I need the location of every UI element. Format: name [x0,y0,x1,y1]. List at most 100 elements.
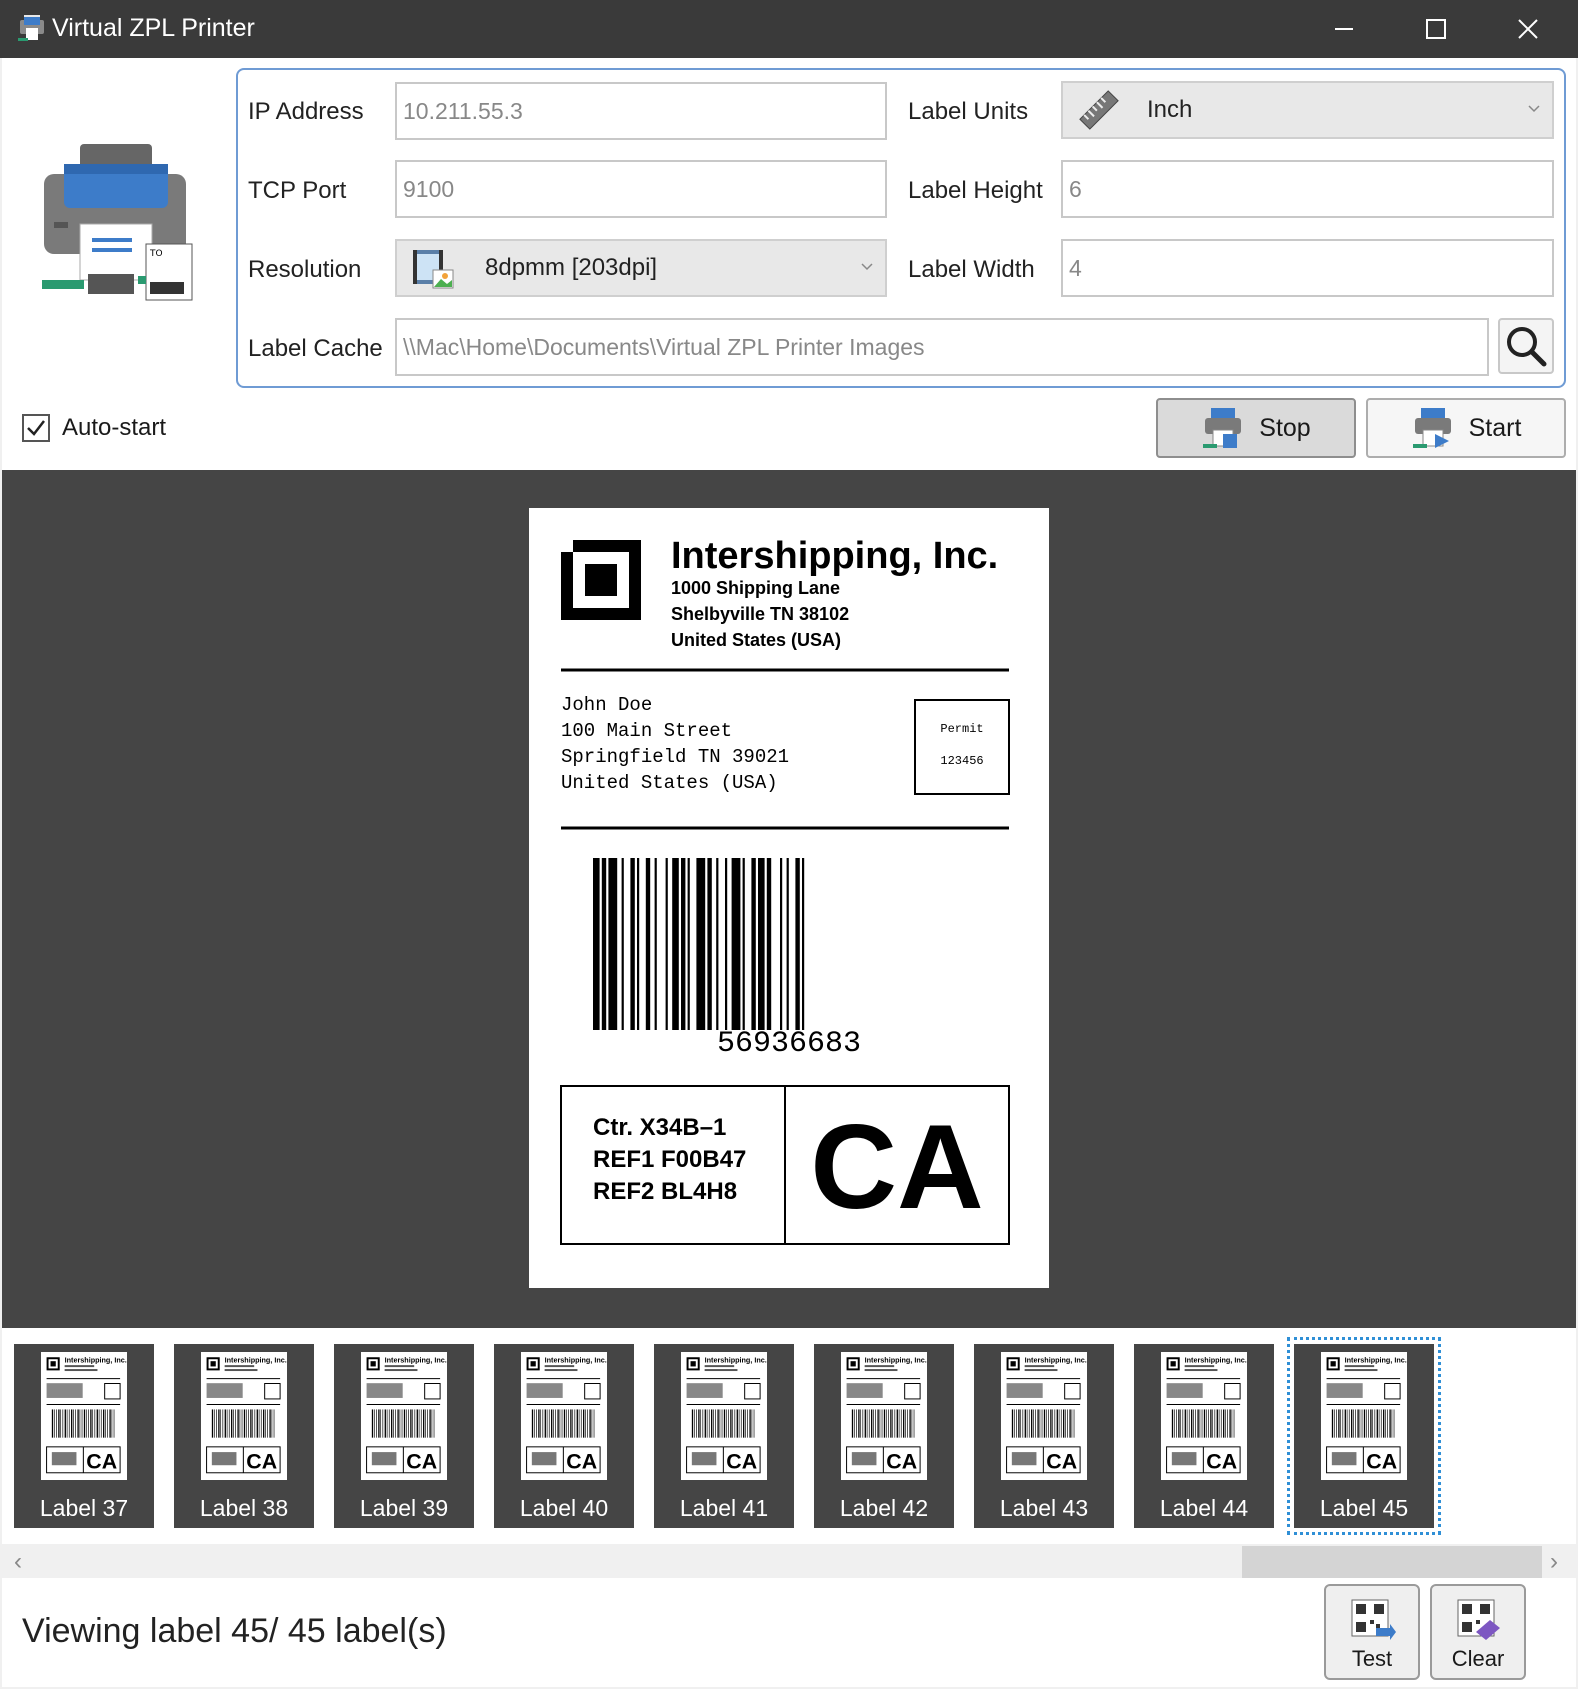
barcode-bar [601,858,607,1030]
thumbnail-label: Label 38 [199,1495,289,1521]
svg-text:CA: CA [726,1450,757,1474]
thumbnail-label-drawing: Intershipping, Inc. CA [846,1356,927,1474]
svg-text:CA: CA [406,1450,437,1474]
label-thumbnail[interactable]: Intershipping, Inc. CA Label 45 [1287,1337,1441,1535]
svg-text:CA: CA [246,1450,277,1474]
barcode-bar [687,858,690,1030]
test-label: Test [1351,1646,1393,1671]
browse-folder-button[interactable] [1498,318,1554,374]
thumbnail-label: Label 39 [359,1495,449,1521]
svg-text:CA: CA [1366,1450,1397,1474]
start-button[interactable]: Start [1366,398,1566,458]
clear-button[interactable]: Clear [1430,1584,1526,1680]
window-title: Virtual ZPL Printer [52,14,255,42]
label-company-address-2: Shelbyville TN 38102 [671,604,849,624]
barcode-bar [731,858,741,1030]
stop-label: Stop [1259,413,1311,442]
barcode-bar [593,858,600,1030]
label-width-field[interactable]: 4 [1061,239,1554,297]
stop-button[interactable]: Stop [1156,398,1356,458]
thumbnail-image: Intershipping, Inc. CA [1161,1352,1247,1480]
label-state-code: CA [810,1100,983,1234]
svg-text:CA: CA [1046,1450,1077,1474]
svg-text:CA: CA [886,1450,917,1474]
label-thumbnail[interactable]: Intershipping, Inc. CA Label 42 [814,1344,954,1528]
svg-text:Intershipping, Inc.: Intershipping, Inc. [705,1356,767,1365]
printer-app-icon [18,15,44,41]
resolution-value: 8dpmm [203dpi] [485,254,658,281]
thumbnail-label: Label 40 [519,1495,609,1521]
scrollbar-thumb[interactable] [1242,1546,1542,1578]
thumbnail-label-drawing: Intershipping, Inc. CA [206,1356,287,1474]
auto-start-checkbox[interactable]: Auto-start [22,414,166,442]
label-thumbnail[interactable]: Intershipping, Inc. CA Label 37 [14,1344,154,1528]
start-label: Start [1468,413,1522,442]
label-thumbnail[interactable]: Intershipping, Inc. CA Label 38 [174,1344,314,1528]
barcode-bar [802,858,805,1030]
resolution-icon [413,250,454,289]
close-button[interactable] [1482,0,1574,58]
maximize-icon [1426,19,1446,39]
label-cache-field[interactable]: \\Mac\Home\Documents\Virtual ZPL Printer… [395,318,1489,376]
barcode-bar [795,858,800,1030]
svg-text:TO: TO [149,249,163,259]
tcp-port-field[interactable]: 9100 [395,160,887,218]
label-company-address-1: 1000 Shipping Lane [671,578,840,598]
search-icon [1507,327,1547,367]
barcode-bar [665,858,668,1030]
svg-text:Intershipping, Inc.: Intershipping, Inc. [865,1356,927,1365]
thumbnail-label-drawing: Intershipping, Inc. CA [1166,1356,1247,1474]
printer-stop-icon [1203,408,1242,448]
test-button[interactable]: Test [1324,1584,1420,1680]
scroll-left-icon[interactable]: ‹ [14,1548,22,1576]
barcode-bar [751,858,756,1030]
clear-label: Clear [1451,1646,1505,1671]
thumbnail-image: Intershipping, Inc. CA [681,1352,767,1480]
svg-text:Intershipping, Inc.: Intershipping, Inc. [65,1356,127,1365]
svg-text:Intershipping, Inc.: Intershipping, Inc. [1185,1356,1247,1365]
barcode-bar [645,858,651,1030]
barcode-bar [681,858,686,1030]
ip-address-field[interactable]: 10.211.55.3 [395,82,887,140]
barcode-bar [621,858,624,1030]
svg-text:Intershipping, Inc.: Intershipping, Inc. [1345,1356,1407,1365]
label-thumbnail[interactable]: Intershipping, Inc. CA Label 43 [974,1344,1114,1528]
label-ref-3: REF2 BL4H8 [593,1178,737,1205]
svg-text:CA: CA [566,1450,597,1474]
scroll-right-icon[interactable]: › [1550,1548,1558,1576]
label-height-field[interactable]: 6 [1061,160,1554,218]
barcode-bar [716,858,719,1030]
chevron-down-icon [1528,105,1540,113]
thumbnail-image: Intershipping, Inc. CA [41,1352,127,1480]
label-barcode-number: 56936683 [717,1027,861,1061]
thumbnail-label-drawing: Intershipping, Inc. CA [1006,1356,1087,1474]
svg-text:Intershipping, Inc.: Intershipping, Inc. [545,1356,607,1365]
thumbnail-label-drawing: Intershipping, Inc. CA [526,1356,607,1474]
minimize-button[interactable] [1298,0,1390,58]
thumbnail-image: Intershipping, Inc. CA [1001,1352,1087,1480]
label-drawing: Intershipping, Inc. 1000 Shipping Lane S… [560,535,1010,1245]
barcode-bar [696,858,706,1030]
label-company: Intershipping, Inc. [671,535,998,577]
barcode-bar [766,858,772,1030]
label-thumbnail[interactable]: Intershipping, Inc. CA Label 41 [654,1344,794,1528]
barcode-bar [758,858,765,1030]
label-units-select[interactable]: Inch [1061,81,1554,139]
thumbnail-label: Label 45 [1319,1495,1409,1521]
label-thumbnail[interactable]: Intershipping, Inc. CA Label 44 [1134,1344,1274,1528]
label-ref-1: Ctr. X34B–1 [593,1114,726,1141]
company-logo-icon [561,540,641,620]
thumbnail-scrollbar[interactable]: ‹ › [2,1544,1576,1578]
label-ref-2: REF1 F00B47 [593,1146,746,1173]
label-cache-label: Label Cache [248,335,383,362]
thumbnail-image: Intershipping, Inc. CA [361,1352,447,1480]
resolution-select[interactable]: 8dpmm [203dpi] [395,239,887,297]
label-thumbnail[interactable]: Intershipping, Inc. CA Label 39 [334,1344,474,1528]
barcode-bar [630,858,635,1030]
label-thumbnail[interactable]: Intershipping, Inc. CA Label 40 [494,1344,634,1528]
maximize-button[interactable] [1390,0,1482,58]
checkbox-box[interactable] [22,414,50,442]
printer-start-icon [1412,408,1451,448]
barcode-bar [742,858,745,1030]
label-preview-area: Intershipping, Inc. 1000 Shipping Lane S… [2,470,1576,1328]
